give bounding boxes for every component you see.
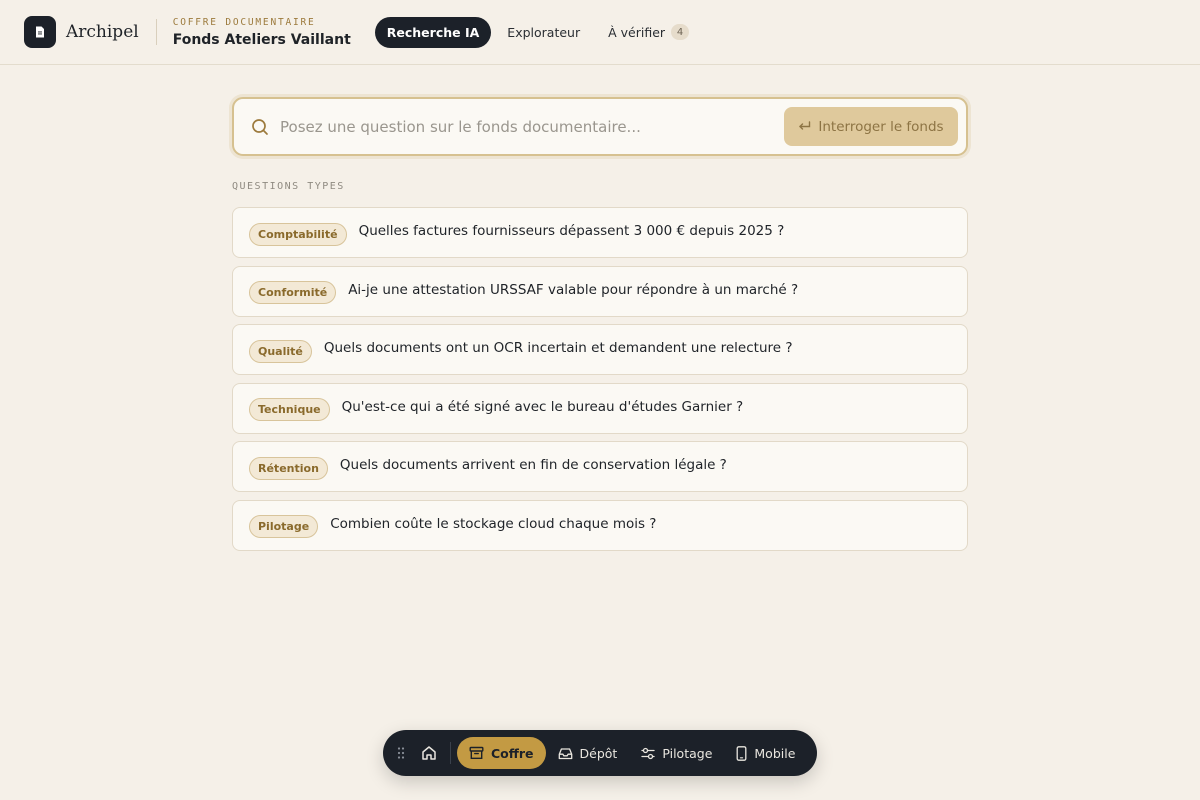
tab-recherche-ia[interactable]: Recherche IA	[374, 16, 492, 48]
question-card[interactable]: Pilotage Combien coûte le stockage cloud…	[232, 499, 968, 551]
question-text: Ai-je une attestation URSSAF valable pou…	[348, 281, 799, 298]
dock-item-label: Pilotage	[662, 745, 713, 761]
question-text: Quels documents ont un OCR incertain et …	[323, 340, 793, 357]
tab-label: À vérifier	[608, 24, 666, 40]
dock-item-depot[interactable]: Dépôt	[546, 737, 630, 769]
top-bar: Archipel Coffre documentaire Fonds Ateli…	[0, 0, 1200, 65]
ask-button[interactable]: Interroger le fonds	[784, 107, 958, 146]
search-bar: Interroger le fonds	[232, 97, 968, 156]
vault-selector[interactable]: Coffre documentaire Fonds Ateliers Vaill…	[173, 17, 351, 48]
dock-divider	[450, 742, 451, 764]
question-text: Quelles factures fournisseurs dépassent …	[358, 223, 785, 239]
header-divider	[155, 19, 157, 45]
category-tag: Qualité	[249, 339, 312, 363]
document-icon	[36, 26, 44, 38]
category-tag: Technique	[249, 398, 330, 422]
tab-label: Recherche IA	[386, 24, 480, 40]
dock-item-label: Dépôt	[579, 745, 618, 761]
dock-item-label: Mobile	[754, 745, 796, 761]
search-input[interactable]	[280, 117, 784, 136]
question-card[interactable]: Rétention Quels documents arrivent en fi…	[232, 441, 968, 493]
question-text: Combien coûte le stockage cloud chaque m…	[330, 515, 657, 532]
dock-item-label: Coffre	[491, 745, 534, 761]
question-text: Quels documents arrivent en fin de conse…	[339, 457, 727, 474]
inbox-icon	[558, 747, 572, 759]
category-tag: Pilotage	[249, 515, 319, 539]
dock-item-pilotage[interactable]: Pilotage	[629, 737, 724, 769]
question-card[interactable]: Comptabilité Quelles factures fournisseu…	[232, 207, 968, 258]
ask-button-label: Interroger le fonds	[818, 118, 944, 135]
dock-item-coffre[interactable]: Coffre	[457, 737, 546, 769]
category-tag: Conformité	[249, 281, 337, 305]
enter-icon	[799, 121, 811, 130]
brand-name: Archipel	[66, 22, 139, 42]
suggested-questions: Comptabilité Quelles factures fournisseu…	[232, 207, 968, 559]
category-tag: Rétention	[249, 456, 328, 480]
bottom-dock: Coffre Dépôt Pilotage Mobile	[383, 730, 817, 776]
count-badge: 4	[671, 24, 690, 40]
search-icon	[252, 118, 268, 135]
archive-icon	[469, 746, 484, 759]
category-tag: Comptabilité	[249, 222, 347, 246]
app-logo[interactable]	[24, 16, 56, 48]
question-text: Qu'est-ce qui a été signé avec le bureau…	[341, 398, 744, 415]
vault-name: Fonds Ateliers Vaillant	[172, 31, 351, 48]
question-card[interactable]: Qualité Quels documents ont un OCR incer…	[232, 324, 968, 376]
question-card[interactable]: Technique Qu'est-ce qui a été signé avec…	[232, 382, 968, 434]
vault-kicker: Coffre documentaire	[172, 16, 316, 28]
drag-handle-icon[interactable]	[396, 746, 406, 760]
smartphone-icon	[736, 745, 747, 761]
tab-label: Explorateur	[507, 24, 581, 40]
sliders-icon	[641, 747, 655, 759]
question-card[interactable]: Conformité Ai-je une attestation URSSAF …	[232, 265, 968, 317]
main-nav: Recherche IA Explorateur À vérifier 4	[374, 16, 701, 48]
dock-item-mobile[interactable]: Mobile	[724, 737, 807, 769]
tab-a-verifier[interactable]: À vérifier 4	[596, 17, 701, 48]
tab-explorateur[interactable]: Explorateur	[495, 17, 592, 48]
home-icon[interactable]	[420, 744, 438, 762]
section-label: Questions types	[232, 181, 345, 192]
